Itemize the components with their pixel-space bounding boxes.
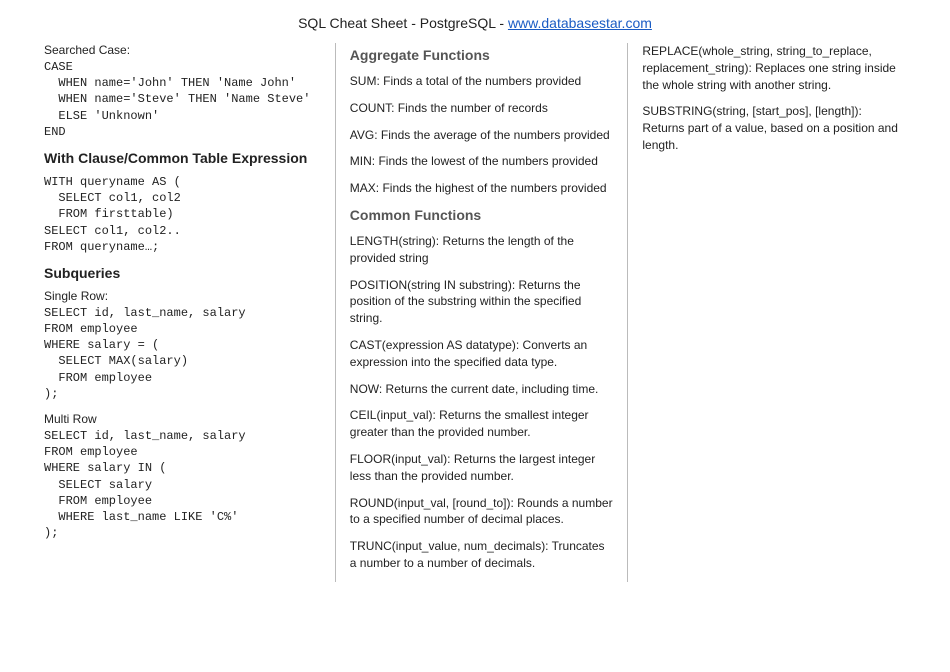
columns-container: Searched Case: CASE WHEN name='John' THE… [0, 43, 950, 582]
column-middle: Aggregate Functions SUM: Finds a total o… [335, 43, 629, 582]
fn-now-desc: NOW: Returns the current date, including… [350, 381, 614, 398]
with-clause-heading: With Clause/Common Table Expression [44, 150, 321, 166]
title-prefix: SQL Cheat Sheet - PostgreSQL - [298, 15, 508, 31]
multi-row-label: Multi Row [44, 412, 321, 426]
fn-ceil-desc: CEIL(input_val): Returns the smallest in… [350, 407, 614, 441]
searched-case-label: Searched Case: [44, 43, 321, 57]
agg-max-desc: MAX: Finds the highest of the numbers pr… [350, 180, 614, 197]
agg-min-desc: MIN: Finds the lowest of the numbers pro… [350, 153, 614, 170]
page-title: SQL Cheat Sheet - PostgreSQL - www.datab… [0, 0, 950, 43]
fn-round-desc: ROUND(input_val, [round_to]): Rounds a n… [350, 495, 614, 529]
column-right: REPLACE(whole_string, string_to_replace,… [628, 43, 920, 582]
agg-sum-desc: SUM: Finds a total of the numbers provid… [350, 73, 614, 90]
with-clause-code: WITH queryname AS ( SELECT col1, col2 FR… [44, 174, 321, 255]
fn-trunc-desc: TRUNC(input_value, num_decimals): Trunca… [350, 538, 614, 572]
aggregate-functions-heading: Aggregate Functions [350, 47, 614, 63]
fn-cast-desc: CAST(expression AS datatype): Converts a… [350, 337, 614, 371]
single-row-code: SELECT id, last_name, salary FROM employ… [44, 305, 321, 402]
multi-row-code: SELECT id, last_name, salary FROM employ… [44, 428, 321, 541]
fn-substring-desc: SUBSTRING(string, [start_pos], [length])… [642, 103, 906, 153]
subqueries-heading: Subqueries [44, 265, 321, 281]
single-row-label: Single Row: [44, 289, 321, 303]
common-functions-heading: Common Functions [350, 207, 614, 223]
agg-avg-desc: AVG: Finds the average of the numbers pr… [350, 127, 614, 144]
agg-count-desc: COUNT: Finds the number of records [350, 100, 614, 117]
column-left: Searched Case: CASE WHEN name='John' THE… [30, 43, 335, 582]
fn-position-desc: POSITION(string IN substring): Returns t… [350, 277, 614, 327]
fn-replace-desc: REPLACE(whole_string, string_to_replace,… [642, 43, 906, 93]
fn-floor-desc: FLOOR(input_val): Returns the largest in… [350, 451, 614, 485]
searched-case-code: CASE WHEN name='John' THEN 'Name John' W… [44, 59, 321, 140]
fn-length-desc: LENGTH(string): Returns the length of th… [350, 233, 614, 267]
title-link[interactable]: www.databasestar.com [508, 15, 652, 31]
